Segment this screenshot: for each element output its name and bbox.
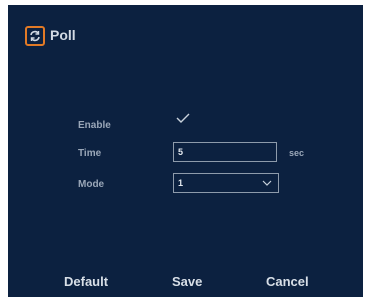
chevron-down-icon bbox=[262, 180, 272, 186]
mode-select[interactable]: 1 bbox=[173, 173, 279, 193]
save-button[interactable]: Save bbox=[172, 274, 202, 289]
time-label: Time bbox=[78, 148, 102, 159]
enable-checkbox[interactable] bbox=[174, 111, 192, 125]
time-unit-label: sec bbox=[289, 148, 305, 158]
default-button[interactable]: Default bbox=[64, 274, 108, 289]
poll-dialog: Poll Enable Time 5 sec Mode 1 Default Sa… bbox=[8, 5, 363, 297]
checkmark-icon bbox=[176, 113, 190, 123]
mode-value: 1 bbox=[178, 178, 184, 188]
time-input[interactable]: 5 bbox=[173, 142, 277, 162]
refresh-icon bbox=[25, 26, 45, 46]
cancel-button[interactable]: Cancel bbox=[266, 274, 309, 289]
dialog-title: Poll bbox=[50, 27, 76, 43]
mode-label: Mode bbox=[78, 179, 105, 190]
enable-label: Enable bbox=[78, 120, 111, 131]
